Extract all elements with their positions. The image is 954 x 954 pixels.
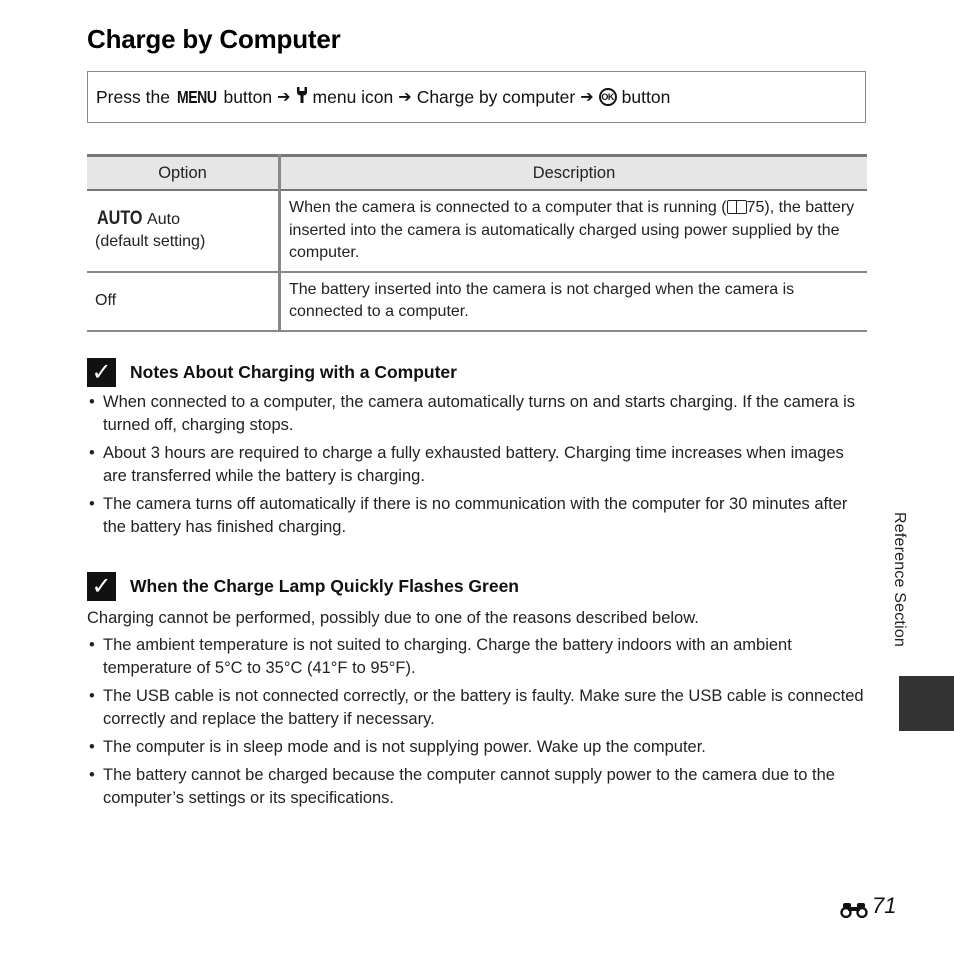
table-header-row: Option Description [87, 154, 867, 191]
list-item: The computer is in sleep mode and is not… [87, 736, 867, 759]
section-side-label: Reference Section [891, 512, 908, 648]
description-text: When the camera is connected to a comput… [289, 199, 727, 216]
list-item: The ambient temperature is not suited to… [87, 634, 867, 680]
option-cell: AUTO Auto (default setting) [87, 190, 281, 273]
checkmark-icon: ✓ [87, 572, 116, 601]
note-bullet-list: The ambient temperature is not suited to… [87, 634, 867, 810]
table-row: Off The battery inserted into the camera… [87, 271, 867, 332]
list-item: When connected to a computer, the camera… [87, 391, 867, 437]
option-label: Off [95, 291, 117, 309]
page-title: Charge by Computer [87, 24, 341, 54]
header-option: Option [87, 154, 281, 191]
description-cell: When the camera is connected to a comput… [279, 190, 867, 273]
checkmark-icon: ✓ [87, 358, 116, 387]
note-bullet-list: When connected to a computer, the camera… [87, 391, 867, 539]
book-reference-icon [726, 200, 747, 214]
menu-path-button-text: button [223, 86, 273, 107]
options-table: Option Description AUTO Auto (default se… [87, 154, 867, 332]
option-label: Auto [147, 210, 180, 228]
note-heading: ✓ Notes About Charging with a Computer [87, 358, 867, 387]
list-item: The battery cannot be charged because th… [87, 764, 867, 810]
list-item: The USB cable is not connected correctly… [87, 685, 867, 731]
note-heading-text: Notes About Charging with a Computer [130, 362, 457, 382]
list-item: The camera turns off automatically if th… [87, 493, 867, 539]
menu-path-press: Press the [96, 86, 170, 107]
arrow-right-icon: ➔ [580, 89, 594, 106]
binoculars-icon [838, 898, 870, 919]
auto-mode-icon: AUTO [97, 207, 143, 229]
arrow-right-icon: ➔ [277, 89, 291, 106]
note-heading: ✓ When the Charge Lamp Quickly Flashes G… [87, 572, 867, 601]
section-tab-marker [899, 676, 954, 731]
arrow-right-icon: ➔ [398, 89, 412, 106]
menu-path-item: Charge by computer [416, 86, 576, 107]
table-row: AUTO Auto (default setting) When the cam… [87, 190, 867, 273]
ok-button-icon: OK [598, 88, 617, 106]
note-section-charge-lamp: ✓ When the Charge Lamp Quickly Flashes G… [87, 572, 867, 815]
list-item: About 3 hours are required to charge a f… [87, 442, 867, 488]
note-section-charging: ✓ Notes About Charging with a Computer W… [87, 358, 867, 544]
page-reference: 75 [746, 199, 765, 216]
note-heading-text: When the Charge Lamp Quickly Flashes Gre… [130, 576, 519, 596]
option-note: (default setting) [95, 233, 206, 251]
menu-path-menu-icon-text: menu icon [312, 86, 394, 107]
page-number: 71 [838, 893, 896, 919]
option-cell: Off [87, 271, 281, 332]
description-text: The battery inserted into the camera is … [289, 280, 795, 321]
menu-button-label: MENU [176, 86, 217, 107]
menu-path-box: Press the MENU button ➔ menu icon ➔ Char… [87, 71, 866, 123]
description-cell: The battery inserted into the camera is … [279, 271, 867, 332]
wrench-icon [296, 86, 308, 109]
menu-path-button-text: button [621, 86, 671, 107]
header-description: Description [279, 154, 867, 191]
note-intro: Charging cannot be performed, possibly d… [87, 609, 699, 627]
page-number-text: 71 [872, 893, 897, 918]
